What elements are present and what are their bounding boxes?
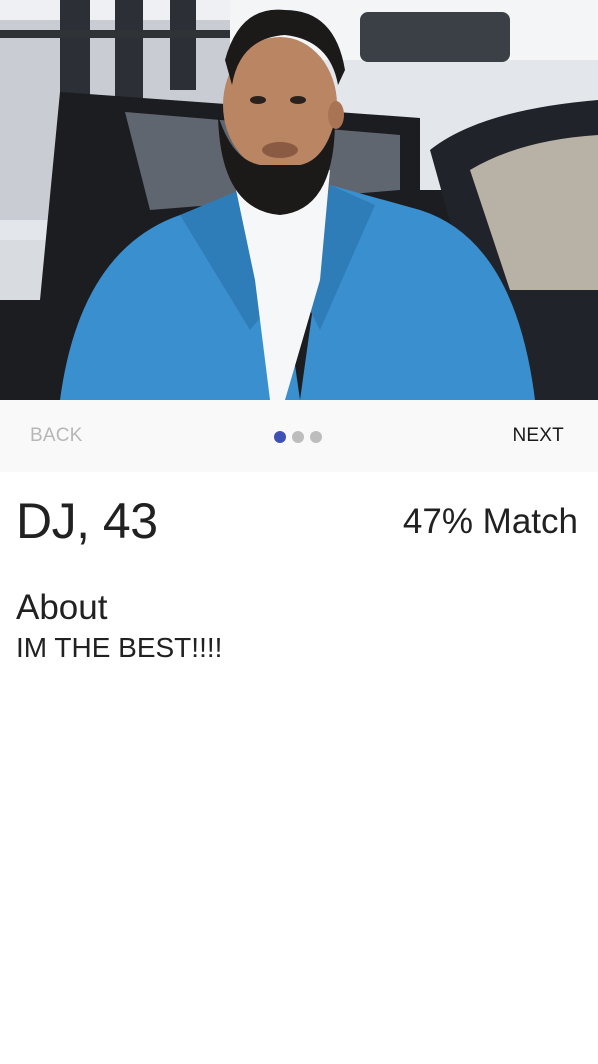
- back-button[interactable]: BACK: [30, 400, 83, 472]
- profile-photo: [0, 0, 598, 400]
- next-button[interactable]: NEXT: [513, 400, 564, 472]
- step-dot-3: [310, 431, 322, 443]
- name-age: DJ, 43: [16, 493, 158, 549]
- match-percentage: 47% Match: [402, 502, 578, 541]
- about-text: IM THE BEST!!!!: [16, 632, 223, 663]
- profile-headline: DJ, 43 47% Match: [16, 472, 582, 568]
- step-dot-2: [292, 431, 304, 443]
- step-dot-1: [274, 431, 286, 443]
- step-dots: [274, 431, 322, 443]
- profile-photo-image: [0, 0, 598, 400]
- profile-info: DJ, 43 47% Match About IM THE BEST!!!!: [0, 472, 598, 664]
- mobile-stepper: BACK NEXT: [0, 400, 598, 472]
- profile-screen: BACK NEXT DJ, 43 47% Match About IM THE …: [0, 0, 598, 1064]
- about-heading: About: [16, 588, 108, 627]
